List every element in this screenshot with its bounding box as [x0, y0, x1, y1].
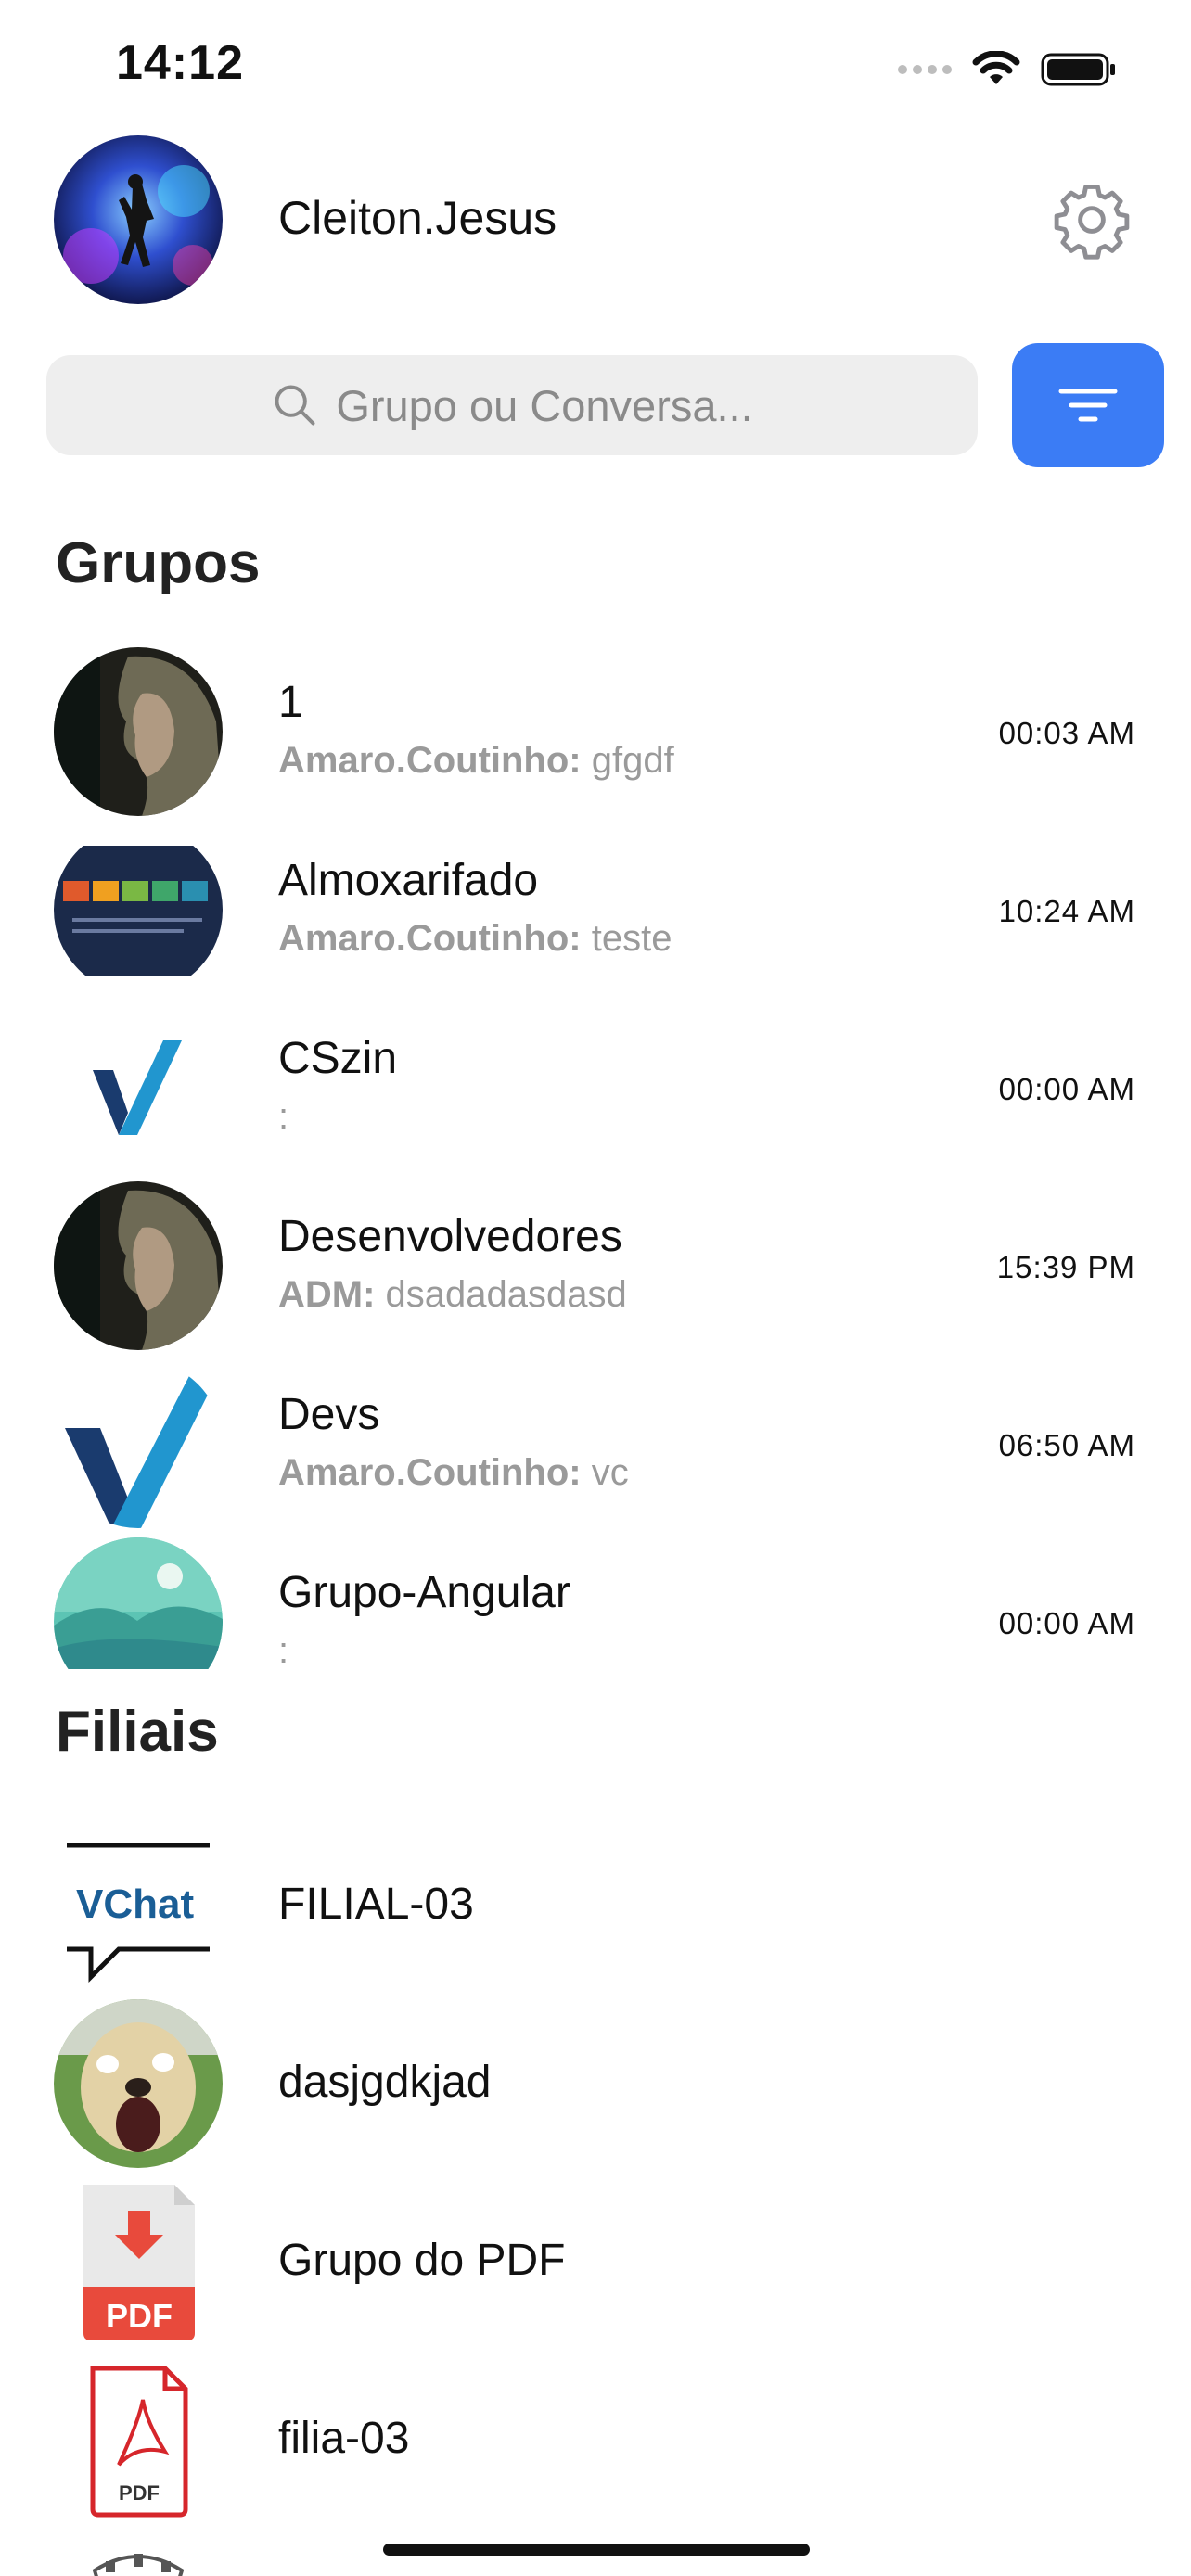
group-name: Almoxarifado: [278, 856, 539, 905]
group-name: 1: [278, 678, 303, 727]
group-name: Grupo-Angular: [278, 1568, 570, 1617]
message-time: 06:50 AM: [998, 1428, 1135, 1462]
message-sender: Amaro.Coutinho:: [278, 740, 582, 781]
branch-name: FILIAL-03: [278, 1880, 474, 1929]
v-logo-icon: [54, 1003, 223, 1172]
group-name: Devs: [278, 1390, 380, 1439]
group-last-message: ADM: dsadadasdasd: [278, 1274, 627, 1316]
group-name: Desenvolvedores: [278, 1212, 622, 1261]
group-item[interactable]: Desenvolvedores ADM: dsadadasdasd 15:39 …: [0, 1176, 1191, 1354]
filter-button[interactable]: [1012, 343, 1164, 467]
message-text: gfgdf: [591, 740, 674, 781]
group-item[interactable]: Devs Amaro.Coutinho: vc 06:50 AM: [0, 1354, 1191, 1532]
svg-text:PDF: PDF: [119, 2481, 160, 2505]
settings-button[interactable]: [1050, 178, 1133, 261]
hooded-man-photo-icon: [54, 647, 223, 816]
message-sender: ADM:: [278, 1274, 376, 1315]
status-time: 14:12: [116, 36, 244, 90]
branch-item[interactable]: PDF filia-03: [0, 2350, 1191, 2528]
presentation-slide-photo-icon: [54, 825, 223, 994]
wifi-icon: [972, 51, 1020, 84]
group-last-message: Amaro.Coutinho: teste: [278, 918, 672, 960]
branch-item[interactable]: dasjgdkjad: [0, 1994, 1191, 2172]
branch-name: filia-03: [278, 2414, 410, 2463]
section-title-branches: Filiais: [56, 1700, 219, 1764]
group-last-message: Amaro.Coutinho: gfgdf: [278, 740, 674, 782]
cellular-signal-icon: [898, 65, 952, 74]
group-last-message: :: [278, 1096, 288, 1138]
crest-icon: [54, 2533, 223, 2576]
status-icons: [898, 46, 1117, 93]
group-item[interactable]: CSzin : 00:00 AM: [0, 998, 1191, 1176]
message-sender: Amaro.Coutinho:: [278, 918, 582, 959]
message-text: vc: [591, 1452, 629, 1493]
pdf-download-icon: PDF: [54, 2177, 223, 2346]
group-item[interactable]: Almoxarifado Amaro.Coutinho: teste 10:24…: [0, 820, 1191, 998]
profile-avatar[interactable]: [54, 135, 223, 304]
message-time: 15:39 PM: [996, 1250, 1135, 1284]
group-last-message: :: [278, 1630, 288, 1669]
group-item[interactable]: 1 Amaro.Coutinho: gfgdf 00:03 AM: [0, 642, 1191, 820]
branch-item[interactable]: PDF Grupo do PDF: [0, 2172, 1191, 2350]
dog-photo-icon: [54, 1999, 223, 2168]
profile-header: Cleiton.Jesus: [0, 130, 1191, 315]
message-text: :: [278, 1096, 289, 1137]
pdf-file-icon: PDF: [54, 2355, 223, 2524]
message-time: 00:00 AM: [998, 1072, 1135, 1106]
svg-text:PDF: PDF: [106, 2297, 173, 2335]
branch-name: dasjgdkjad: [278, 2058, 492, 2107]
filter-icon: [1058, 389, 1118, 422]
branches-list: VChat FILIAL-03 dasjgdkjad PDF Grupo do …: [0, 1816, 1191, 2576]
message-sender: Amaro.Coutinho:: [278, 1452, 582, 1493]
groups-list: 1 Amaro.Coutinho: gfgdf 00:03 AM Almoxar…: [0, 642, 1191, 1669]
status-bar: 14:12: [0, 0, 1191, 130]
group-name: CSzin: [278, 1034, 398, 1083]
group-item[interactable]: Grupo-Angular : 00:00 AM: [0, 1532, 1191, 1669]
gear-icon: [1054, 184, 1130, 260]
branch-item[interactable]: VChat FILIAL-03: [0, 1816, 1191, 1994]
search-icon: [275, 385, 315, 426]
search-placeholder: Grupo ou Conversa...: [336, 380, 753, 430]
message-text: teste: [591, 918, 672, 959]
battery-icon: [1041, 53, 1115, 86]
message-time: 00:03 AM: [998, 716, 1135, 750]
group-last-message: Amaro.Coutinho: vc: [278, 1452, 629, 1494]
app-screen: 14:12 Cleiton.Jesus Grupo ou Conversa...…: [0, 0, 1191, 2576]
message-time: 10:24 AM: [998, 894, 1135, 928]
home-indicator[interactable]: [383, 2544, 810, 2556]
svg-text:VChat: VChat: [76, 1881, 194, 1927]
section-title-groups: Grupos: [56, 531, 261, 595]
profile-name: Cleiton.Jesus: [278, 192, 557, 244]
hooded-man-photo-icon: [54, 1181, 223, 1350]
landscape-illustration-icon: [54, 1537, 223, 1669]
message-time: 00:00 AM: [998, 1606, 1135, 1640]
search-input[interactable]: Grupo ou Conversa...: [46, 355, 978, 455]
message-text: :: [278, 1630, 289, 1669]
branch-name: Grupo do PDF: [278, 2236, 566, 2285]
vchat-logo-icon: VChat: [54, 1821, 223, 1990]
message-text: dsadadasdasd: [385, 1274, 627, 1315]
v-logo-icon: [54, 1359, 223, 1528]
